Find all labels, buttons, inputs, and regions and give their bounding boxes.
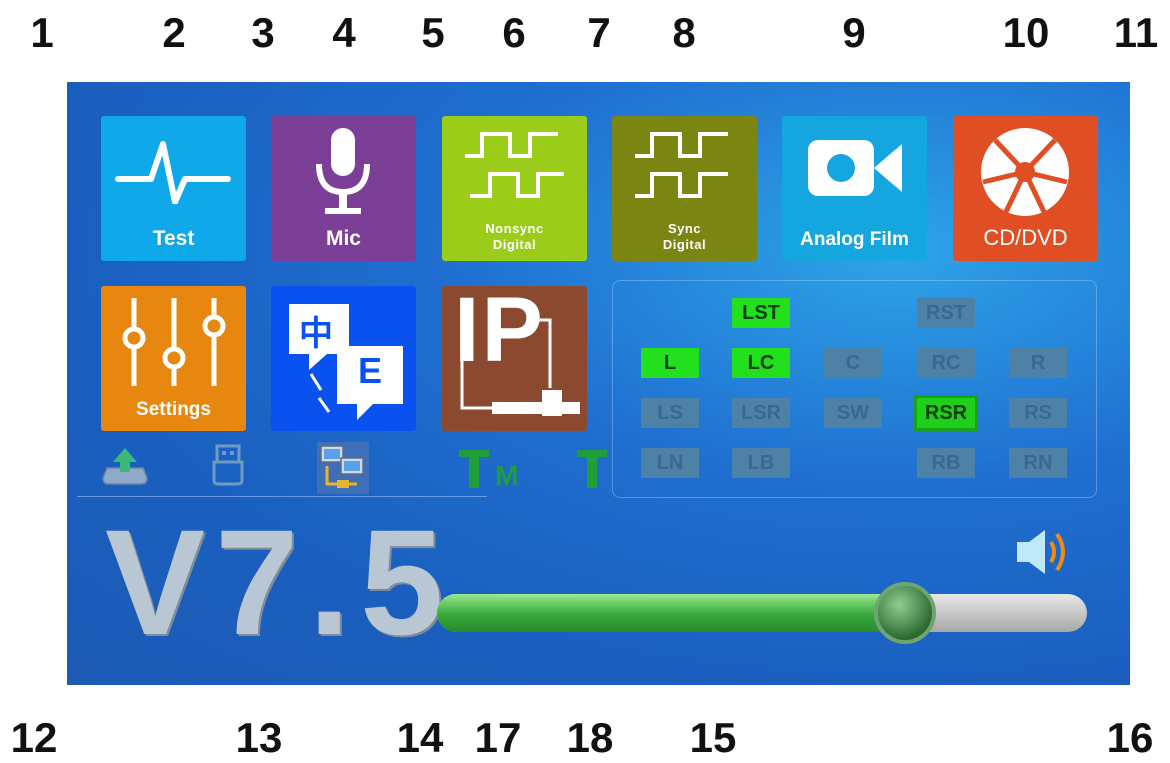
- callout-15: 15: [689, 714, 737, 761]
- channel-rsr: RSR: [914, 395, 978, 431]
- volume-slider-fill: [437, 594, 905, 632]
- callout-11: 11: [1113, 9, 1159, 56]
- analog-film-tile[interactable]: Analog Film: [782, 116, 927, 261]
- square-wave-icon: [465, 132, 564, 198]
- sliders-icon: [122, 298, 226, 386]
- channel-lc: LC: [732, 348, 790, 378]
- version-label: V7.5: [105, 498, 454, 666]
- callout-17: 17: [474, 714, 522, 761]
- network-cable-icon: [460, 318, 580, 416]
- channel-rc: RC: [917, 348, 975, 378]
- tm-label: M: [495, 460, 519, 491]
- channel-rn: RN: [1009, 448, 1067, 478]
- usb-icon[interactable]: [211, 444, 245, 486]
- speaker-icon[interactable]: [1013, 522, 1073, 582]
- channel-lb: LB: [732, 448, 790, 478]
- channel-rb: RB: [917, 448, 975, 478]
- callout-1: 1: [30, 9, 54, 56]
- t-icon: [577, 450, 607, 488]
- callout-14: 14: [396, 714, 444, 761]
- channel-rst: RST: [917, 298, 975, 328]
- network-icon[interactable]: [317, 442, 369, 494]
- settings-tile[interactable]: Settings: [101, 286, 246, 431]
- channel-panel: LST RST L LC C RC R LS LSR SW RSR RS LN …: [612, 280, 1097, 498]
- channel-ls: LS: [641, 398, 699, 428]
- channel-r: R: [1009, 348, 1067, 378]
- nonsync-digital-tile[interactable]: Nonsync Digital: [442, 116, 587, 261]
- test-label: Test: [152, 227, 195, 250]
- channel-lst: LST: [732, 298, 790, 328]
- channel-l: L: [641, 348, 699, 378]
- english-char: E: [358, 350, 383, 391]
- upload-icon[interactable]: [101, 446, 149, 486]
- callout-2: 2: [162, 9, 186, 56]
- analog-film-label: Analog Film: [800, 229, 909, 250]
- mic-label: Mic: [325, 227, 361, 250]
- callout-16: 16: [1106, 714, 1154, 761]
- channel-lsr: LSR: [732, 398, 790, 428]
- callout-3: 3: [251, 9, 275, 56]
- microphone-icon: [316, 128, 370, 214]
- ip-tile[interactable]: IP: [442, 279, 587, 431]
- callout-13: 13: [235, 714, 283, 761]
- callout-18: 18: [566, 714, 614, 761]
- channel-c: C: [824, 348, 882, 378]
- sync-label: Sync Digital: [662, 221, 707, 252]
- callout-8: 8: [672, 9, 696, 56]
- cd-dvd-label: CD/DVD: [983, 225, 1068, 250]
- mic-tile[interactable]: Mic: [271, 116, 416, 261]
- callout-10: 10: [1002, 9, 1050, 56]
- device-screen: Test Mic Nonsync Digital Sync Digital Ana: [67, 82, 1130, 685]
- callout-5: 5: [421, 9, 445, 56]
- callout-7: 7: [587, 9, 611, 56]
- language-tile[interactable]: 中 E: [271, 286, 416, 431]
- video-camera-icon: [808, 140, 902, 196]
- callout-9: 9: [842, 9, 866, 56]
- disc-icon: [981, 128, 1069, 216]
- channel-ln: LN: [641, 448, 699, 478]
- square-wave-icon: [635, 132, 728, 198]
- nonsync-label: Nonsync Digital: [485, 221, 544, 252]
- volume-slider[interactable]: [437, 582, 1087, 644]
- callout-4: 4: [332, 9, 356, 56]
- cd-dvd-tile[interactable]: CD/DVD: [953, 116, 1098, 261]
- chinese-char: 中: [299, 314, 333, 354]
- channel-rs: RS: [1009, 398, 1067, 428]
- channel-sw: SW: [824, 398, 882, 428]
- waveform-icon: [115, 141, 231, 204]
- test-tile[interactable]: Test: [101, 116, 246, 261]
- sync-digital-tile[interactable]: Sync Digital: [612, 116, 757, 261]
- callout-12: 12: [10, 714, 58, 761]
- callout-6: 6: [502, 9, 526, 56]
- settings-label: Settings: [136, 399, 211, 420]
- divider: [77, 496, 487, 497]
- volume-slider-knob[interactable]: [874, 582, 936, 644]
